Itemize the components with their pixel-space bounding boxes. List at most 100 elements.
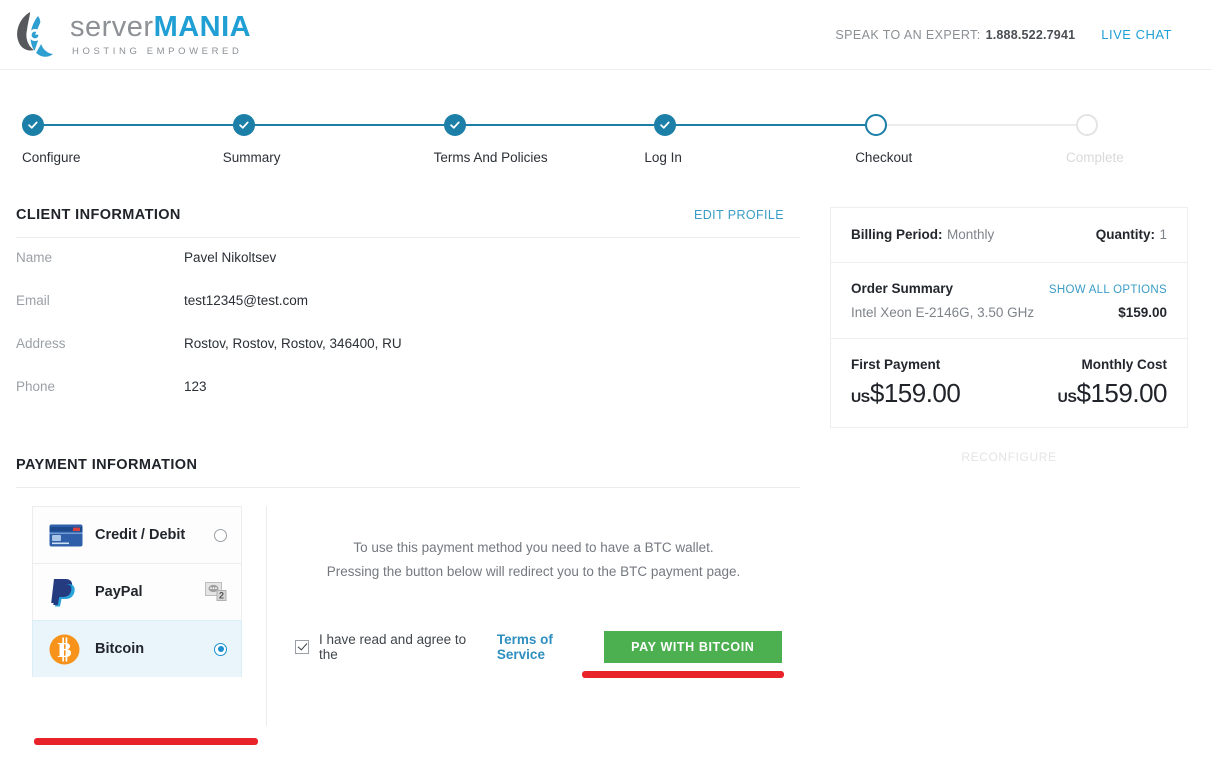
info-row-name: Name Pavel Nikoltsev (16, 250, 816, 293)
brand-tagline: HOSTING EMPOWERED (72, 45, 243, 57)
show-all-options-link[interactable]: SHOW ALL OPTIONS (1049, 284, 1167, 296)
progress-steps: Configure Summary Terms And Policies Log… (22, 114, 1196, 165)
step-dot-current (865, 114, 888, 136)
check-icon (239, 121, 249, 129)
step-label: Complete (1065, 150, 1124, 165)
totals-section: First Payment US$159.00 Monthly Cost US$… (831, 339, 1187, 427)
first-payment-currency: US (851, 389, 870, 405)
step-label: Configure (22, 150, 81, 165)
step-log-in[interactable]: Log In (644, 114, 866, 165)
terms-of-service-link[interactable]: Terms of Service (497, 632, 604, 662)
first-payment-label: First Payment (851, 357, 941, 372)
monthly-cost-label: Monthly Cost (1081, 357, 1168, 372)
bitcoin-icon: B B (49, 634, 85, 665)
order-item-name: Intel Xeon E-2146G, 3.50 GHz (851, 305, 1035, 320)
step-label: Terms And Policies (433, 150, 548, 165)
brand-word-mania: MANIA (153, 10, 252, 43)
terms-checkbox[interactable] (295, 640, 309, 655)
quantity-label: Quantity: (1095, 227, 1156, 242)
payment-information-header: PAYMENT INFORMATION (16, 457, 800, 488)
step-terms-and-policies[interactable]: Terms And Policies (434, 114, 655, 165)
client-information-table: Name Pavel Nikoltsev Email test12345@tes… (16, 250, 816, 422)
step-connector-line (665, 124, 866, 126)
payment-method-radio[interactable] (214, 528, 227, 542)
edit-profile-link[interactable]: EDIT PROFILE (694, 208, 784, 222)
header-contact-area: SPEAK TO AN EXPERT: 1.888.522.7941 LIVE C… (835, 27, 1172, 42)
bitcoin-instructions: To use this payment method you need to h… (267, 536, 800, 583)
brand-word-server: server (70, 10, 154, 43)
info-label: Name (16, 250, 53, 265)
billing-period: Billing Period: Monthly (851, 226, 994, 244)
brand-wordmark: serverMANIA HOSTING EMPOWERED (70, 10, 252, 57)
first-payment-block: First Payment US$159.00 (851, 357, 1009, 409)
billing-period-label: Billing Period: (851, 227, 943, 242)
step-checkout[interactable]: Checkout (855, 114, 1076, 165)
speak-to-expert: SPEAK TO AN EXPERT: 1.888.522.7941 (835, 28, 1075, 42)
live-chat-link[interactable]: LIVE CHAT (1101, 27, 1172, 42)
payment-detail-pane: To use this payment method you need to h… (266, 506, 800, 726)
broken-image-icon: 2 (205, 582, 227, 602)
check-icon (28, 121, 38, 129)
quantity: Quantity: 1 (1096, 226, 1167, 244)
info-label: Address (16, 336, 66, 351)
client-information-header: CLIENT INFORMATION EDIT PROFILE (16, 207, 800, 238)
order-item-row: Intel Xeon E-2146G, 3.50 GHz $159.00 (851, 305, 1167, 320)
payment-method-radio-selected[interactable] (214, 642, 227, 656)
step-connector-line (454, 124, 655, 126)
step-dot-upcoming (1075, 114, 1098, 136)
check-icon (449, 121, 460, 129)
order-summary-header-row: Order Summary SHOW ALL OPTIONS (851, 281, 1167, 296)
order-summary-column: Billing Period: Monthly Quantity: 1 Orde… (830, 207, 1188, 464)
check-icon (660, 121, 670, 129)
annotation-underline-pay-button (582, 671, 784, 679)
step-complete: Complete (1066, 114, 1196, 165)
bitcoin-instructions-line1: To use this payment method you need to h… (353, 540, 714, 555)
order-summary-title: Order Summary (851, 281, 954, 296)
reconfigure-link[interactable]: RECONFIGURE (830, 450, 1188, 464)
order-item-price: $159.00 (1118, 305, 1167, 320)
site-header: serverMANIA HOSTING EMPOWERED SPEAK TO A… (0, 0, 1212, 70)
step-summary[interactable]: Summary (223, 114, 444, 165)
step-dot-done (232, 114, 255, 136)
info-value: 123 (184, 379, 207, 394)
payment-information-title: PAYMENT INFORMATION (16, 457, 198, 473)
order-items-section: Order Summary SHOW ALL OPTIONS Intel Xeo… (831, 263, 1187, 339)
monthly-cost-amount: $159.00 (1076, 378, 1168, 408)
step-label: Log In (644, 150, 682, 165)
client-information-title: CLIENT INFORMATION (16, 207, 181, 223)
billing-period-value: Monthly (946, 227, 995, 242)
info-value: Pavel Nikoltsev (184, 250, 277, 265)
payment-method-label: Bitcoin (95, 641, 145, 657)
step-dot-done (443, 114, 466, 136)
step-connector-line (876, 124, 1076, 126)
main-content: CLIENT INFORMATION EDIT PROFILE Name Pav… (0, 207, 1212, 745)
terms-agreement-text: I have read and agree to the (319, 632, 467, 663)
payment-method-credit-debit[interactable]: Credit / Debit (32, 506, 242, 563)
first-payment-amount: $159.00 (869, 378, 961, 408)
step-dot-done (654, 114, 677, 136)
info-row-address: Address Rostov, Rostov, Rostov, 346400, … (16, 336, 816, 379)
step-connector-line (243, 124, 444, 126)
step-label: Checkout (855, 150, 913, 165)
first-payment-amount-wrap: US$159.00 (851, 378, 1009, 409)
info-label: Phone (16, 379, 56, 394)
info-row-phone: Phone 123 (16, 379, 816, 422)
step-configure[interactable]: Configure (22, 114, 233, 165)
payment-body: Credit / Debit PayPal 2 B B Bitcoin To u… (16, 506, 816, 745)
payment-method-label: PayPal (95, 584, 143, 600)
payment-action-row: I have read and agree to the Terms of Se… (267, 631, 800, 679)
step-dot-done (22, 114, 44, 136)
totals-row: First Payment US$159.00 Monthly Cost US$… (851, 357, 1168, 409)
billing-row: Billing Period: Monthly Quantity: 1 (851, 226, 1167, 244)
payment-method-bitcoin[interactable]: B B Bitcoin (32, 620, 242, 677)
info-value: test12345@test.com (184, 293, 309, 308)
terms-agreement: I have read and agree to the Terms of Se… (295, 632, 604, 662)
payment-method-paypal[interactable]: PayPal 2 (32, 563, 242, 620)
step-label: Summary (222, 150, 281, 165)
speak-to-expert-label: SPEAK TO AN EXPERT: (835, 27, 981, 42)
svg-text:B: B (57, 638, 71, 662)
monthly-cost-currency: US (1057, 389, 1077, 405)
brand-logo[interactable]: serverMANIA HOSTING EMPOWERED (14, 10, 251, 60)
expert-phone-number[interactable]: 1.888.522.7941 (986, 28, 1076, 42)
pay-with-bitcoin-button[interactable]: PAY WITH BITCOIN (603, 631, 782, 664)
